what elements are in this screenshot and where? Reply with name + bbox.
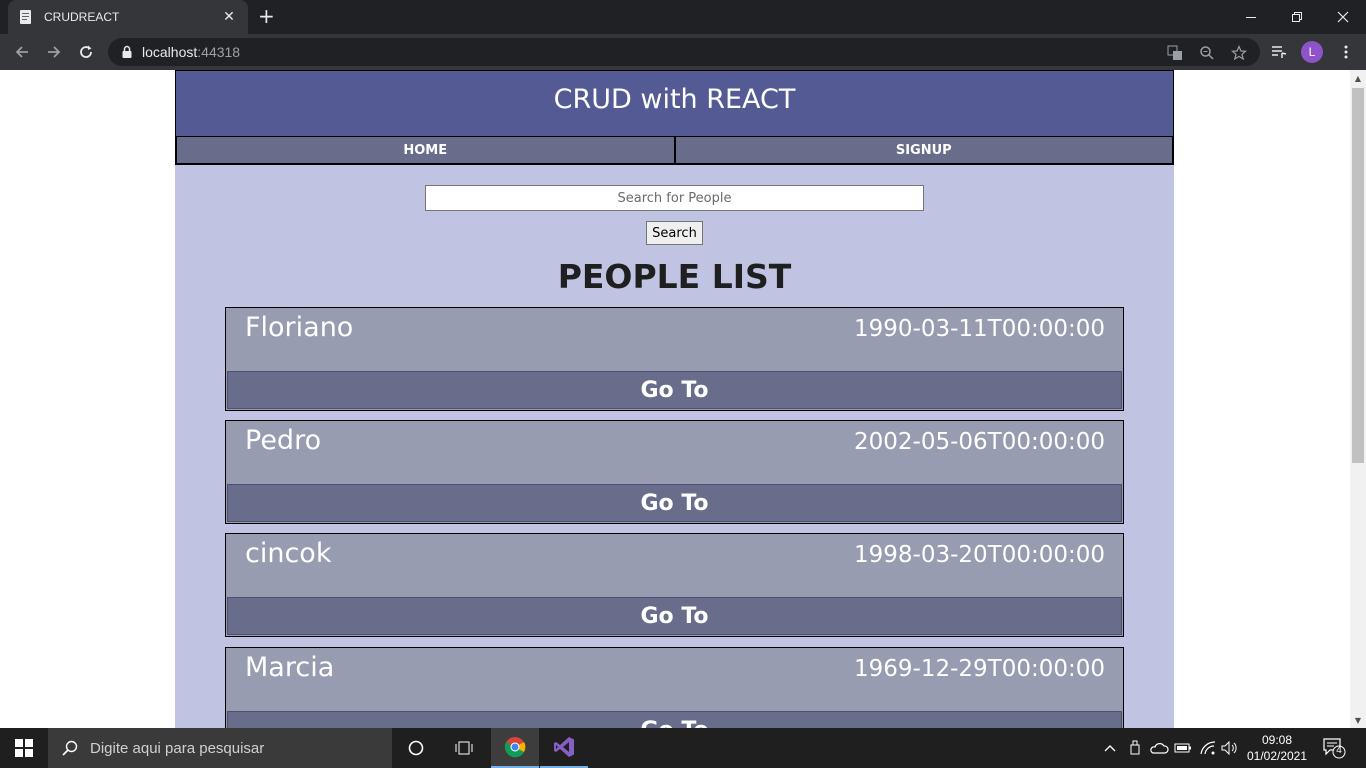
browser-tab[interactable]: CRUDREACT ✕	[8, 0, 248, 34]
taskbar-clock[interactable]: 09:08 01/02/2021	[1244, 732, 1310, 764]
go-to-button[interactable]: Go To	[227, 484, 1122, 522]
window-minimize-icon[interactable]	[1228, 4, 1274, 30]
profile-avatar[interactable]: L	[1301, 41, 1323, 63]
windows-start-icon[interactable]	[0, 728, 48, 768]
person-name: Pedro	[245, 425, 322, 456]
people-list-title: PEOPLE LIST	[557, 257, 792, 296]
notification-count: 4	[1336, 745, 1342, 756]
cortana-icon[interactable]	[392, 728, 440, 768]
app-container: CRUD with REACT HOME SIGNUP Search PEOPL…	[175, 70, 1174, 728]
wifi-icon[interactable]	[1198, 738, 1218, 758]
person-name: cincok	[245, 538, 332, 569]
zoom-icon[interactable]	[1198, 44, 1216, 62]
page-viewport: CRUD with REACT HOME SIGNUP Search PEOPL…	[0, 70, 1350, 728]
search-input[interactable]	[425, 185, 924, 211]
person-card: Floriano 1990-03-11T00:00:00 Go To	[225, 307, 1124, 411]
window-close-icon[interactable]	[1320, 4, 1366, 30]
bookmark-star-icon[interactable]	[1230, 44, 1248, 62]
person-name: Floriano	[245, 312, 354, 343]
app-title: CRUD with REACT	[553, 84, 796, 115]
onedrive-icon[interactable]	[1149, 738, 1169, 758]
person-birthdate: 2002-05-06T00:00:00	[853, 429, 1105, 455]
reload-icon[interactable]	[76, 42, 96, 62]
nav-home-link[interactable]: HOME	[176, 136, 675, 164]
chrome-taskbar-icon[interactable]	[491, 728, 539, 768]
clock-date: 01/02/2021	[1246, 749, 1308, 763]
visual-studio-taskbar-icon[interactable]	[540, 728, 588, 768]
person-card: cincok 1998-03-20T00:00:00 Go To	[225, 533, 1124, 637]
go-to-button[interactable]: Go To	[227, 371, 1122, 409]
scroll-up-icon[interactable]: ▲	[1350, 70, 1366, 86]
forward-icon[interactable]	[44, 42, 64, 62]
notification-center-icon[interactable]: 4	[1322, 737, 1346, 759]
go-to-button[interactable]: Go To	[227, 597, 1122, 635]
browser-toolbar: localhost:44318 L	[0, 34, 1366, 70]
app-header: CRUD with REACT HOME SIGNUP	[175, 70, 1174, 165]
media-queue-icon[interactable]	[1269, 42, 1289, 62]
person-birthdate: 1990-03-11T00:00:00	[853, 316, 1105, 342]
battery-icon[interactable]	[1173, 738, 1193, 758]
volume-icon[interactable]	[1220, 738, 1240, 758]
tray-expand-icon[interactable]	[1100, 738, 1120, 758]
person-birthdate: 1969-12-29T00:00:00	[853, 656, 1105, 682]
task-view-icon[interactable]	[440, 728, 488, 768]
new-tab-icon[interactable]: +	[258, 6, 275, 26]
nav-signup-link[interactable]: SIGNUP	[674, 136, 1173, 164]
person-birthdate: 1998-03-20T00:00:00	[853, 542, 1105, 568]
url-text: localhost:44318	[142, 44, 241, 60]
person-card: Pedro 2002-05-06T00:00:00 Go To	[225, 420, 1124, 524]
search-button[interactable]: Search	[646, 221, 703, 245]
taskbar-search-box[interactable]: Digite aqui para pesquisar	[48, 728, 392, 768]
browser-menu-icon[interactable]	[1336, 42, 1356, 62]
usb-device-icon[interactable]	[1125, 738, 1145, 758]
tab-close-icon[interactable]: ✕	[220, 9, 238, 25]
address-bar[interactable]: localhost:44318	[108, 38, 1260, 66]
person-card: Marcia 1969-12-29T00:00:00 Go To	[225, 647, 1124, 728]
scrollbar-thumb[interactable]	[1352, 88, 1364, 463]
window-restore-icon[interactable]	[1274, 4, 1320, 30]
taskbar-search-placeholder: Digite aqui para pesquisar	[90, 739, 265, 757]
browser-tab-bar: CRUDREACT ✕ +	[0, 0, 1366, 34]
page-scrollbar[interactable]: ▲ ▼	[1350, 70, 1366, 728]
page-icon	[20, 10, 31, 24]
os-taskbar: Digite aqui para pesquisar 09:08 01/02/2…	[0, 728, 1366, 768]
main-nav: HOME SIGNUP	[176, 136, 1173, 164]
lock-icon	[122, 45, 132, 58]
clock-time: 09:08	[1261, 733, 1293, 747]
translate-icon[interactable]	[1166, 44, 1184, 62]
tab-title: CRUDREACT	[44, 10, 120, 24]
person-name: Marcia	[245, 652, 335, 683]
search-icon	[62, 740, 78, 756]
scroll-down-icon[interactable]: ▼	[1350, 712, 1366, 728]
back-icon[interactable]	[12, 42, 32, 62]
go-to-button[interactable]: Go To	[227, 711, 1122, 728]
